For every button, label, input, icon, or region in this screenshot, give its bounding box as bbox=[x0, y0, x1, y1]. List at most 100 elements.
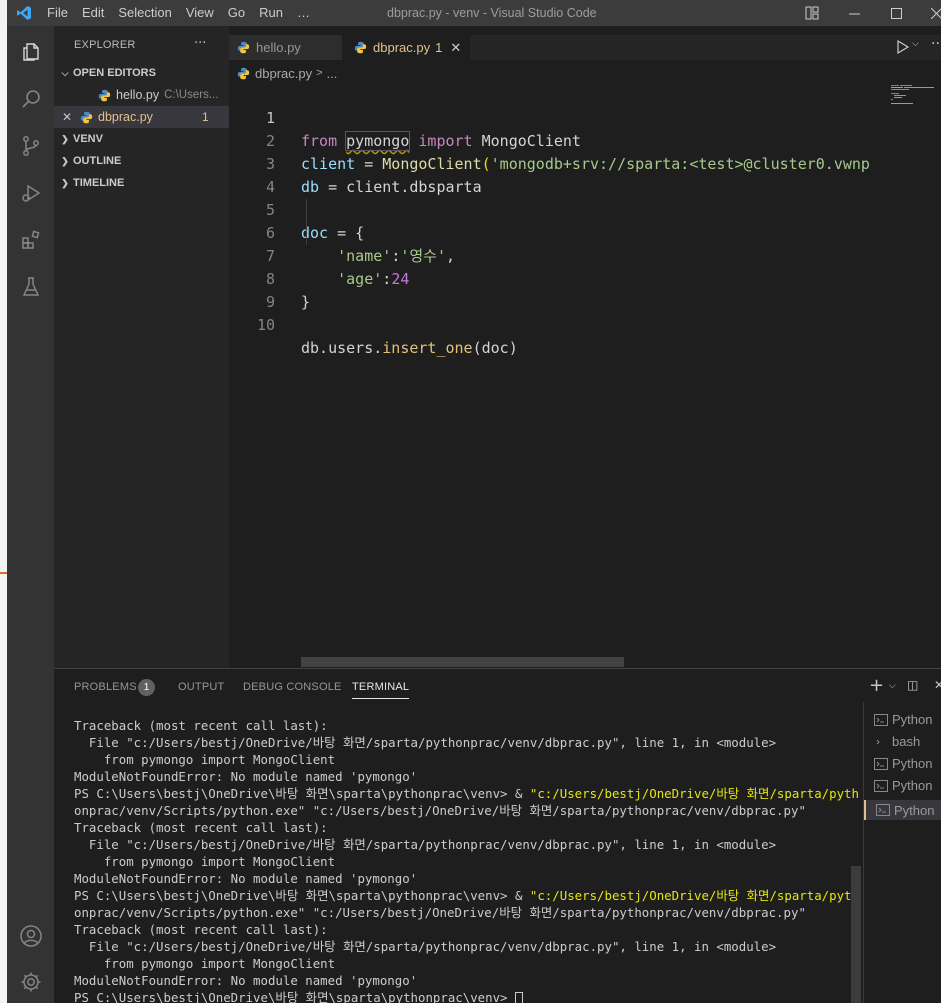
tab-dbprac-py[interactable]: dbprac.py 1 ✕ bbox=[342, 35, 470, 60]
terminal-icon bbox=[874, 779, 888, 792]
run-debug-icon[interactable] bbox=[7, 169, 54, 216]
bottom-panel: PROBLEMS 1 OUTPUT DEBUG CONSOLE TERMINAL… bbox=[54, 668, 941, 1003]
menu-file[interactable]: File bbox=[40, 0, 75, 26]
vscode-logo-icon bbox=[7, 0, 40, 26]
terminal-line: ModuleNotFoundError: No module named 'py… bbox=[74, 769, 418, 784]
terminal-scrollbar[interactable] bbox=[851, 866, 861, 1003]
open-editors-header[interactable]: ⌵ OPEN EDITORS bbox=[54, 62, 229, 84]
close-panel-icon[interactable]: ✕ bbox=[934, 678, 941, 692]
terminal-list: Python bash Python Python Python bbox=[863, 702, 941, 1003]
chevron-down-icon: ⌵ bbox=[61, 67, 69, 78]
menu-view[interactable]: View bbox=[179, 0, 221, 26]
terminal-item-python-active[interactable]: Python bbox=[864, 800, 941, 820]
testing-flask-icon[interactable] bbox=[7, 263, 54, 310]
tab-problems-count: 1 bbox=[435, 40, 443, 55]
title-bar: File Edit Selection View Go Run … dbprac… bbox=[7, 0, 941, 26]
terminal-line: from pymongo import MongoClient bbox=[74, 956, 336, 971]
explorer-files-icon[interactable] bbox=[7, 28, 54, 75]
menu-run[interactable]: Run bbox=[252, 0, 290, 26]
terminal-icon bbox=[874, 713, 888, 726]
accounts-icon[interactable] bbox=[7, 912, 54, 959]
source-control-icon[interactable] bbox=[7, 122, 54, 169]
run-dropdown-chevron-icon[interactable]: ⌵ bbox=[912, 39, 919, 49]
terminal-line: File "c:/Users/bestj/OneDrive/바탕 화면/spar… bbox=[74, 735, 777, 750]
python-file-icon bbox=[237, 67, 250, 80]
section-outline[interactable]: ❯ OUTLINE bbox=[54, 150, 229, 172]
code-editor[interactable]: 1 from pymongo import MongoClient 2 clie… bbox=[229, 84, 889, 664]
background-window-strip bbox=[0, 0, 7, 1003]
editor-tab-bar: hello.py dbprac.py 1 ✕ ⌵ ·· bbox=[229, 35, 941, 60]
terminal-line: Traceback (most recent call last): bbox=[74, 922, 328, 937]
editor-horizontal-scrollbar[interactable] bbox=[301, 657, 624, 667]
terminal-line: ModuleNotFoundError: No module named 'py… bbox=[74, 871, 418, 886]
terminal-line: File "c:/Users/bestj/OneDrive/바탕 화면/spar… bbox=[74, 837, 777, 852]
more-actions-icon[interactable]: ·· bbox=[931, 36, 940, 52]
terminal-line: PS C:\Users\bestj\OneDrive\바탕 화면\sparta\… bbox=[74, 989, 864, 1003]
python-file-icon bbox=[237, 41, 250, 54]
tab-problems[interactable]: PROBLEMS bbox=[74, 681, 137, 693]
menu-edit[interactable]: Edit bbox=[75, 0, 111, 26]
open-editor-item-hello[interactable]: hello.py C:\Users... bbox=[54, 84, 229, 106]
problems-badge: 1 bbox=[138, 679, 155, 696]
terminal-line: File "c:/Users/bestj/OneDrive/바탕 화면/spar… bbox=[74, 939, 777, 954]
search-icon[interactable] bbox=[7, 75, 54, 122]
section-timeline[interactable]: ❯ TIMELINE bbox=[54, 172, 229, 194]
terminal-output[interactable]: Traceback (most recent call last): File … bbox=[74, 717, 864, 1003]
python-file-icon bbox=[354, 41, 367, 54]
terminal-line: from pymongo import MongoClient bbox=[74, 752, 336, 767]
terminal-line: onprac/venv/Scripts/python.exe" "c:/User… bbox=[74, 905, 806, 920]
close-tab-icon[interactable]: ✕ bbox=[450, 40, 461, 56]
minimize-icon[interactable] bbox=[837, 0, 871, 26]
python-file-icon bbox=[98, 89, 116, 102]
window-title: dbprac.py - venv - Visual Studio Code bbox=[387, 6, 597, 20]
settings-gear-icon[interactable] bbox=[7, 958, 54, 1003]
breadcrumb-more[interactable]: ... bbox=[327, 66, 338, 81]
new-terminal-icon[interactable]: + bbox=[869, 675, 884, 696]
terminal-item-python[interactable]: Python bbox=[874, 712, 932, 727]
terminal-line: from pymongo import MongoClient bbox=[74, 854, 336, 869]
terminal-item-python[interactable]: Python bbox=[874, 756, 932, 771]
explorer-more-button[interactable]: ··· bbox=[194, 36, 206, 51]
breadcrumb-file[interactable]: dbprac.py bbox=[255, 66, 312, 81]
menu-more[interactable]: … bbox=[290, 0, 317, 26]
explorer-title: EXPLORER bbox=[74, 39, 136, 51]
minimap[interactable] bbox=[889, 84, 941, 124]
terminal-icon bbox=[874, 757, 888, 770]
problems-count-badge: 1 bbox=[202, 110, 209, 124]
menu-selection[interactable]: Selection bbox=[111, 0, 178, 26]
terminal-icon bbox=[874, 736, 888, 748]
chevron-right-icon: ❯ bbox=[61, 177, 69, 188]
terminal-line: PS C:\Users\bestj\OneDrive\바탕 화면\sparta\… bbox=[74, 888, 859, 903]
split-terminal-icon[interactable]: ◫ bbox=[907, 678, 918, 692]
tab-output[interactable]: OUTPUT bbox=[178, 681, 224, 693]
terminal-dropdown-chevron-icon[interactable]: ⌵ bbox=[889, 681, 896, 691]
layout-toggle-icon[interactable] bbox=[795, 0, 829, 26]
python-file-icon bbox=[80, 111, 98, 124]
breadcrumb-separator: > bbox=[316, 67, 323, 79]
terminal-cursor bbox=[514, 991, 523, 1003]
maximize-icon[interactable] bbox=[879, 0, 913, 26]
tab-debug-console[interactable]: DEBUG CONSOLE bbox=[243, 681, 342, 693]
close-window-icon[interactable] bbox=[919, 0, 941, 26]
explorer-sidebar: EXPLORER ··· ⌵ OPEN EDITORS hello.py C:\… bbox=[54, 26, 229, 668]
terminal-item-bash[interactable]: bash bbox=[874, 734, 920, 749]
activity-bar bbox=[7, 26, 54, 1003]
terminal-line: PS C:\Users\bestj\OneDrive\바탕 화면\sparta\… bbox=[74, 786, 859, 801]
call-insert-one: insert_one bbox=[382, 339, 473, 357]
terminal-item-python[interactable]: Python bbox=[874, 778, 932, 793]
run-python-icon[interactable] bbox=[896, 39, 910, 58]
terminal-line: Traceback (most recent call last): bbox=[74, 820, 328, 835]
terminal-icon bbox=[876, 804, 890, 816]
chevron-right-icon: ❯ bbox=[61, 133, 69, 144]
tab-hello-py[interactable]: hello.py bbox=[229, 35, 342, 60]
section-venv[interactable]: ❯ VENV bbox=[54, 128, 229, 150]
extensions-icon[interactable] bbox=[7, 216, 54, 263]
close-editor-icon[interactable]: ✕ bbox=[54, 110, 80, 124]
line-number: 10 bbox=[256, 316, 275, 334]
tab-terminal[interactable]: TERMINAL bbox=[352, 681, 410, 699]
open-editor-item-dbprac[interactable]: ✕ dbprac.py 1 bbox=[54, 106, 229, 128]
menu-go[interactable]: Go bbox=[221, 0, 252, 26]
terminal-line: ModuleNotFoundError: No module named 'py… bbox=[74, 973, 418, 988]
breadcrumb: dbprac.py > ... bbox=[229, 62, 941, 84]
chevron-right-icon: ❯ bbox=[61, 155, 69, 166]
